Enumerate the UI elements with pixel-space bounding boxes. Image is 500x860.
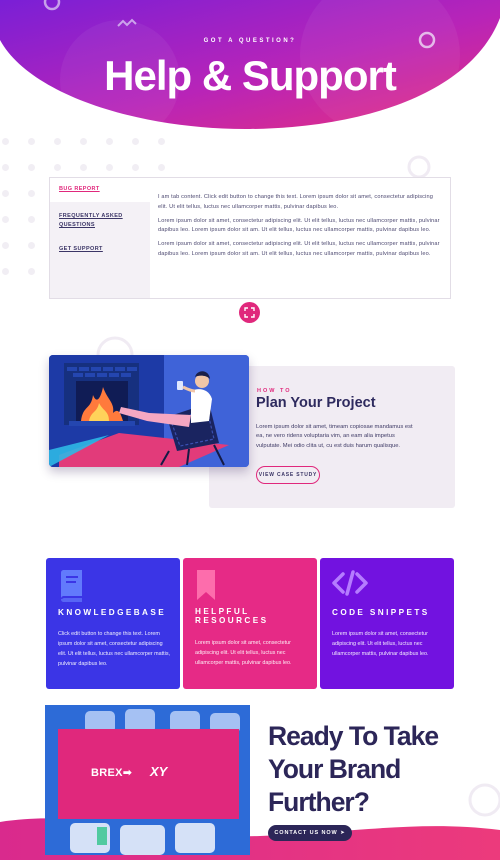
send-icon: ➤ (340, 830, 346, 836)
tab-bug-report[interactable]: BUG REPORT (50, 178, 150, 202)
dot (158, 164, 165, 171)
dot (2, 216, 9, 223)
card-body: Lorem ipsum dolor sit amet, consectetur … (195, 640, 292, 666)
book-icon (58, 570, 84, 607)
case-study-title: Plan Your Project (256, 395, 376, 411)
cta-heading-line: Further? (268, 787, 370, 817)
dot (28, 216, 35, 223)
contact-us-button[interactable]: CONTACT US NOW ➤ (268, 825, 352, 841)
cta-heading-line: Ready To Take (268, 721, 439, 751)
dot (28, 164, 35, 171)
dot (158, 138, 165, 145)
brand-logos-panel: BREX➡ XY (58, 729, 239, 819)
expand-icon (244, 307, 255, 318)
tab-paragraph: Lorem ipsum dolor sit amet, consectetur … (158, 241, 440, 257)
tab-get-support[interactable]: GET SUPPORT (50, 245, 150, 254)
tab-content: I am tab content. Click edit button to c… (158, 193, 444, 264)
dot (80, 164, 87, 171)
tab-faq[interactable]: FREQUENTLY ASKED QUESTIONS (50, 212, 150, 230)
hero-banner: GOT A QUESTION? Help & Support (0, 0, 500, 135)
card-knowledgebase[interactable]: KNOWLEDGEBASE Click edit button to chang… (46, 558, 180, 689)
dot (28, 268, 35, 275)
brex-logo: BREX➡ (91, 767, 133, 779)
card-title: HELPFUL RESOURCES (195, 607, 269, 625)
xy-logo: XY (150, 764, 168, 779)
card-title: KNOWLEDGEBASE (58, 608, 167, 617)
card-body: Click edit button to change this text. L… (58, 631, 171, 667)
card-helpful-resources[interactable]: HELPFUL RESOURCES Lorem ipsum dolor sit … (183, 558, 317, 689)
card-code-snippets[interactable]: CODE SNIPPETS Lorem ipsum dolor sit amet… (320, 558, 454, 689)
dot (2, 242, 9, 249)
contact-us-label: CONTACT US NOW (274, 830, 338, 836)
cta-heading: Ready To Take Your Brand Further? (268, 720, 488, 819)
dot (2, 268, 9, 275)
dot (28, 190, 35, 197)
fireplace-illustration (49, 355, 249, 467)
dot (2, 138, 9, 145)
dot (132, 164, 139, 171)
card-title: CODE SNIPPETS (332, 608, 430, 617)
dot (28, 242, 35, 249)
bookmark-icon (195, 570, 217, 605)
hero-eyebrow: GOT A QUESTION? (203, 38, 297, 44)
dot (106, 138, 113, 145)
expand-button[interactable] (239, 302, 260, 323)
dot (2, 164, 9, 171)
dot (80, 138, 87, 145)
view-case-study-button[interactable]: VIEW CASE STUDY (256, 466, 320, 484)
cta-heading-line: Your Brand (268, 754, 401, 784)
code-icon (332, 570, 368, 601)
dot (28, 138, 35, 145)
tab-nav: BUG REPORT FREQUENTLY ASKED QUESTIONS GE… (50, 178, 150, 298)
dot (106, 164, 113, 171)
dot (54, 138, 61, 145)
tabs-module: BUG REPORT FREQUENTLY ASKED QUESTIONS GE… (49, 177, 451, 299)
case-study-body: Lorem ipsum dolor sit amet, timeam copio… (256, 424, 413, 449)
dot (132, 138, 139, 145)
case-study-eyebrow: HOW TO (257, 388, 292, 394)
dot (2, 190, 9, 197)
dot (54, 164, 61, 171)
tab-paragraph: I am tab content. Click edit button to c… (158, 194, 434, 210)
tab-paragraph: Lorem ipsum dolor sit amet, consectetur … (158, 217, 440, 234)
card-body: Lorem ipsum dolor sit amet, consectetur … (332, 631, 429, 657)
page-title: Help & Support (104, 52, 397, 99)
